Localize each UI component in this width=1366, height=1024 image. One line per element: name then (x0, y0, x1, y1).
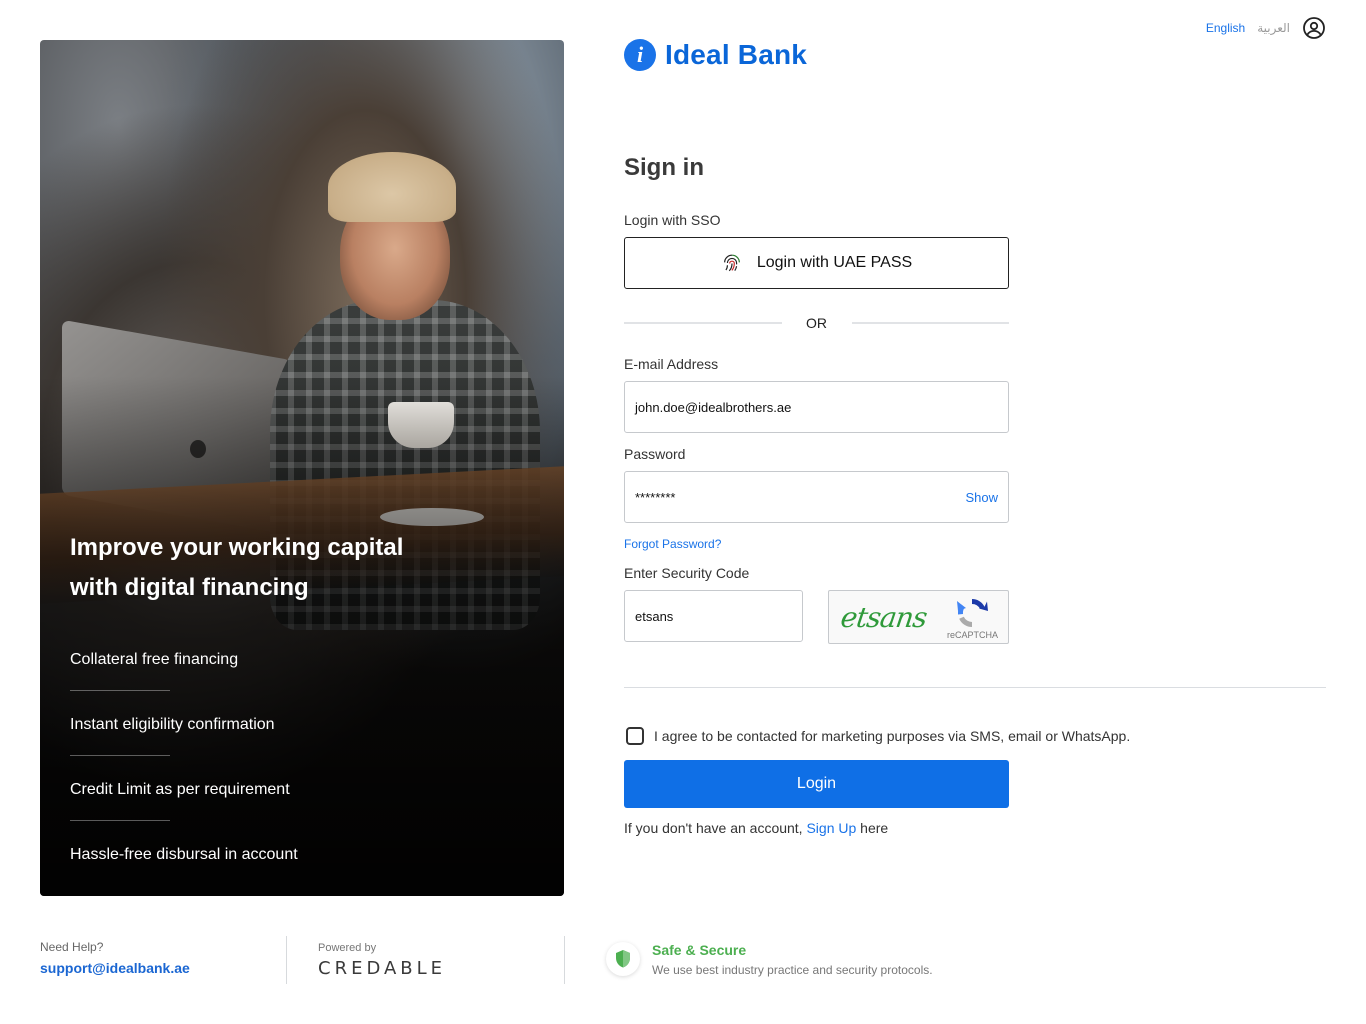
feature-item: Credit Limit as per requirement (70, 780, 530, 845)
feature-divider (70, 755, 170, 756)
shield-icon (616, 950, 630, 968)
password-field[interactable]: ******** Show (624, 471, 1009, 523)
help-label: Need Help? (40, 940, 104, 954)
language-arabic-link[interactable]: العربية (1257, 21, 1290, 35)
signup-suffix: here (856, 820, 889, 836)
password-label: Password (624, 446, 686, 462)
security-code-input[interactable]: etsans (624, 590, 804, 642)
captcha-image-text: etsans (838, 601, 929, 634)
feature-divider (70, 690, 170, 691)
hero-person-cap (328, 152, 456, 222)
uae-pass-button-label: Login with UAE PASS (756, 254, 913, 271)
feature-item: Collateral free financing (70, 650, 530, 715)
show-password-button[interactable]: Show (965, 490, 998, 505)
or-divider: OR (624, 313, 1009, 333)
credable-logo: CREDABLE (318, 958, 446, 979)
hero-content: Improve your working capital with digita… (70, 528, 530, 896)
sso-label: Login with SSO (624, 212, 721, 228)
signup-link[interactable]: Sign Up (806, 820, 856, 836)
feature-item: Instant eligibility confirmation (70, 715, 530, 780)
safe-secure-text: Safe & Secure We use best industry pract… (652, 942, 933, 977)
feature-label: Collateral free financing (70, 651, 239, 668)
shield-badge (606, 942, 640, 976)
feature-list: Collateral free financing Instant eligib… (70, 650, 530, 896)
logo-mark-icon: i (624, 39, 656, 71)
page-title: Sign in (624, 154, 704, 181)
user-circle-icon[interactable] (1302, 16, 1326, 40)
feature-label: Credit Limit as per requirement (70, 781, 290, 798)
marketing-consent: I agree to be contacted for marketing pu… (626, 727, 1130, 745)
fingerprint-icon (723, 254, 740, 272)
footer-separator (564, 936, 565, 984)
brand-logo: i Ideal Bank (624, 39, 807, 71)
signin-form: Sign in Login with SSO Login with UAE PA… (624, 150, 1009, 644)
signup-prefix: If you don't have an account, (624, 820, 807, 836)
feature-divider (70, 820, 170, 821)
footer-separator (286, 936, 287, 984)
top-bar: English العربية (1206, 16, 1326, 40)
powered-by-label: Powered by (318, 942, 377, 954)
feature-label: Hassle-free disbursal in account (70, 846, 298, 863)
form-divider (624, 687, 1326, 688)
credable-logo-text: CREDABLE (318, 958, 447, 979)
help-section: Need Help? support@idealbank.ae (40, 940, 190, 976)
captcha-box[interactable]: etsans reCAPTCHA (828, 590, 1009, 644)
marketing-consent-label: I agree to be contacted for marketing pu… (654, 728, 1131, 744)
forgot-password-link[interactable]: Forgot Password? (624, 537, 1009, 551)
security-code-row: etsans etsans reCAPTCHA (624, 590, 1009, 644)
email-label: E-mail Address (624, 356, 719, 372)
safe-secure-description: We use best industry practice and securi… (652, 963, 933, 977)
email-field[interactable]: john.doe@idealbrothers.ae (624, 381, 1009, 433)
or-text: OR (806, 315, 827, 331)
safe-secure-title: Safe & Secure (652, 942, 747, 958)
recaptcha-label: reCAPTCHA (946, 630, 998, 640)
or-line-right (851, 322, 1009, 324)
support-email-link[interactable]: support@idealbank.ae (40, 960, 190, 976)
hero-title: Improve your working capital with digita… (70, 534, 404, 601)
login-button[interactable]: Login (624, 760, 1009, 808)
recaptcha-icon (957, 599, 988, 627)
brand-name: Ideal Bank (665, 39, 808, 70)
security-code-label: Enter Security Code (624, 565, 750, 581)
powered-by-section: Powered by CREDABLE (318, 942, 446, 979)
signup-prompt: If you don't have an account, Sign Up he… (624, 820, 888, 836)
security-code-value: etsans (635, 608, 674, 624)
language-english-link[interactable]: English (1206, 21, 1245, 35)
marketing-consent-checkbox[interactable] (626, 727, 644, 745)
feature-label: Instant eligibility confirmation (70, 716, 275, 733)
hero-panel: Improve your working capital with digita… (40, 40, 564, 896)
email-value: john.doe@idealbrothers.ae (635, 399, 792, 415)
feature-item: Hassle-free disbursal in account (70, 845, 530, 896)
or-line-left (624, 322, 782, 324)
safe-secure-section: Safe & Secure We use best industry pract… (606, 942, 933, 977)
password-value: ******** (635, 489, 676, 505)
uae-pass-button[interactable]: Login with UAE PASS (624, 237, 1009, 289)
